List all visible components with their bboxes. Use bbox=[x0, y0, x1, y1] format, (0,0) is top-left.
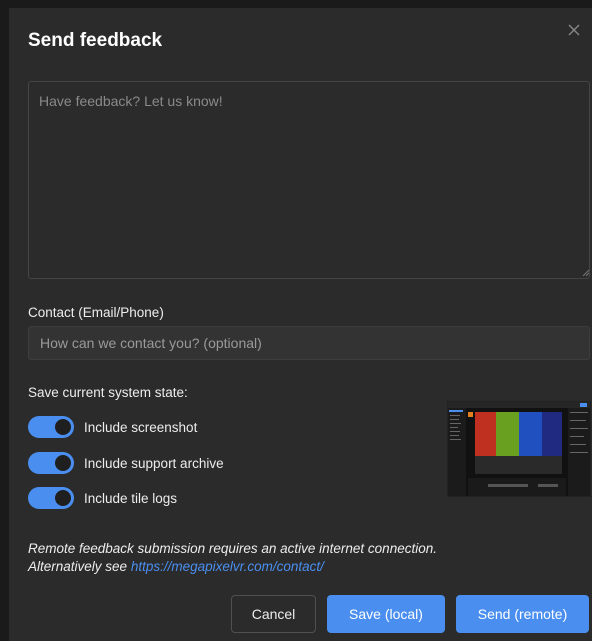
include-tile-logs-toggle[interactable] bbox=[28, 487, 74, 509]
feedback-textarea[interactable] bbox=[28, 81, 590, 279]
notice-line-1: Remote feedback submission requires an a… bbox=[28, 541, 437, 556]
support-archive-toggle-row: Include support archive bbox=[28, 452, 224, 474]
feedback-dialog: Send feedback Contact (Email/Phone) Save… bbox=[9, 8, 592, 641]
notice-prefix: Alternatively see bbox=[28, 559, 131, 574]
system-state-label: Save current system state: bbox=[28, 385, 188, 400]
include-tile-logs-label: Include tile logs bbox=[84, 490, 178, 506]
toggle-knob bbox=[55, 419, 71, 435]
include-screenshot-label: Include screenshot bbox=[84, 419, 198, 435]
toggle-knob bbox=[55, 455, 71, 471]
screenshot-thumbnail-icon bbox=[448, 402, 590, 496]
screenshot-preview bbox=[447, 401, 591, 497]
notice-text: Remote feedback submission requires an a… bbox=[28, 540, 588, 576]
resize-grip-icon[interactable] bbox=[580, 267, 590, 277]
dialog-title: Send feedback bbox=[28, 30, 163, 51]
tile-logs-toggle-row: Include tile logs bbox=[28, 487, 177, 509]
contact-input[interactable] bbox=[28, 326, 590, 360]
contact-link[interactable]: https://megapixelvr.com/contact/ bbox=[131, 559, 324, 574]
toggle-knob bbox=[55, 490, 71, 506]
include-screenshot-toggle[interactable] bbox=[28, 416, 74, 438]
notice-line-2: Alternatively see https://megapixelvr.co… bbox=[28, 558, 588, 576]
send-remote-button[interactable]: Send (remote) bbox=[456, 595, 589, 633]
contact-label: Contact (Email/Phone) bbox=[28, 305, 164, 320]
cancel-button[interactable]: Cancel bbox=[231, 595, 316, 633]
save-local-button[interactable]: Save (local) bbox=[327, 595, 445, 633]
close-icon[interactable] bbox=[566, 22, 582, 38]
include-support-archive-label: Include support archive bbox=[84, 455, 224, 471]
include-support-archive-toggle[interactable] bbox=[28, 452, 74, 474]
screenshot-toggle-row: Include screenshot bbox=[28, 416, 197, 438]
